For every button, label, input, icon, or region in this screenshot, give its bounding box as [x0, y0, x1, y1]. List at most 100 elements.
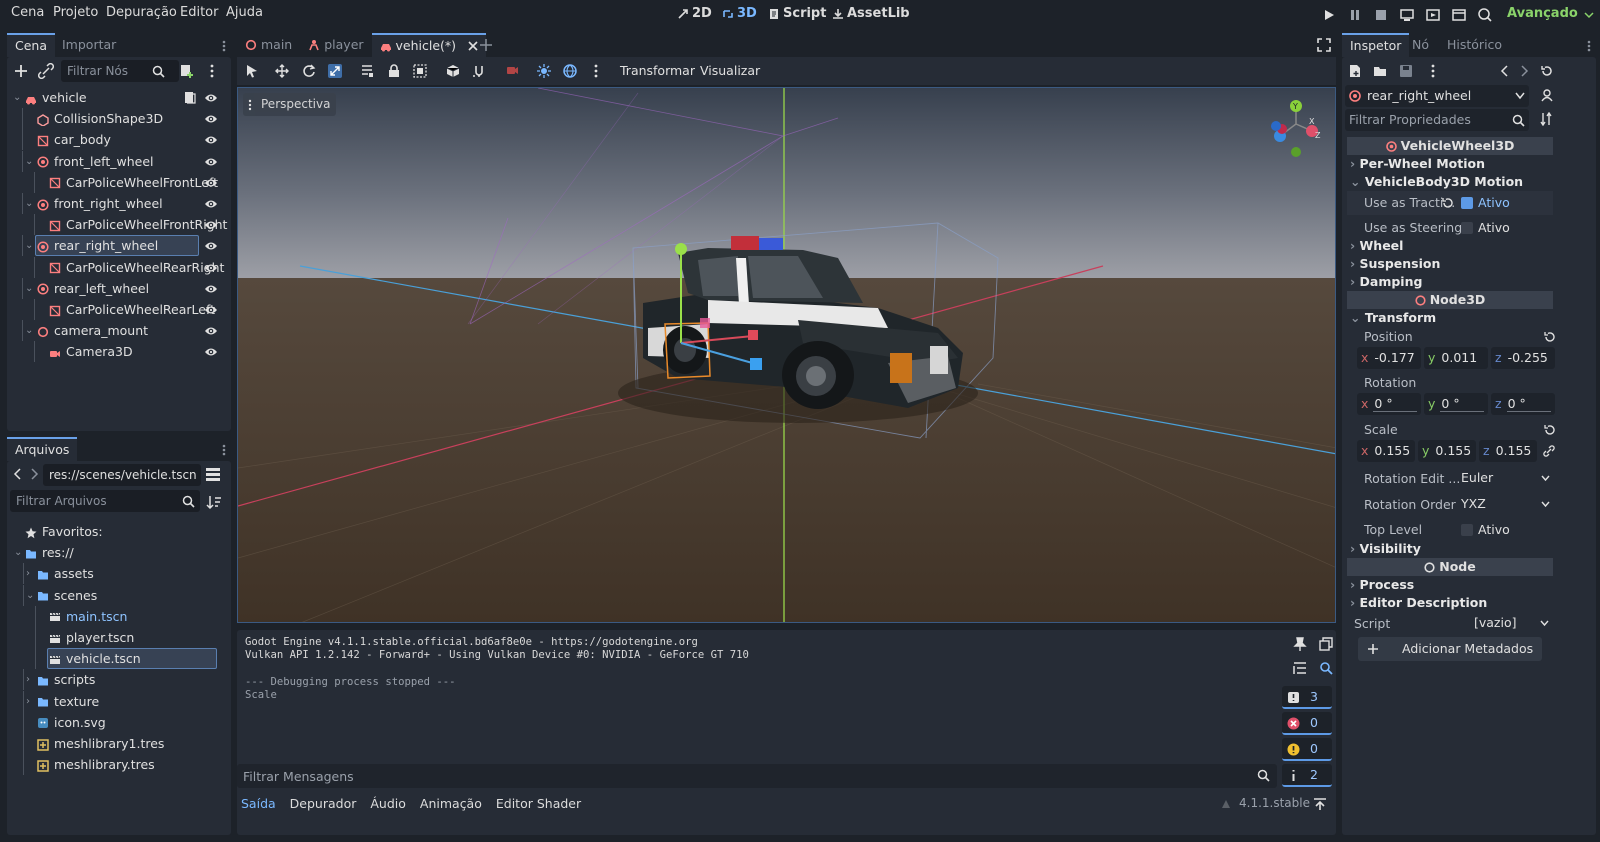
- scene-tree-item[interactable]: ⌄ vehicle: [7, 87, 231, 109]
- file-tree-item[interactable]: Favoritos:: [7, 521, 231, 543]
- pause-icon[interactable]: [1347, 7, 1363, 23]
- rotation-z-field[interactable]: z0 °: [1491, 393, 1555, 415]
- scale-y-field[interactable]: y 0.155: [1418, 440, 1476, 462]
- tab-importar[interactable]: Importar: [54, 33, 124, 57]
- add-metadata-button[interactable]: Adicionar Metadados: [1358, 637, 1542, 661]
- open-folder-icon[interactable]: [1373, 64, 1387, 78]
- filter-warnings-toggle[interactable]: 0: [1282, 738, 1332, 761]
- scene-tree-item[interactable]: ⌄ camera_mount: [7, 320, 231, 342]
- rotation-edit-dropdown[interactable]: Euler: [1457, 467, 1555, 489]
- file-tree-item[interactable]: main.tscn: [7, 605, 231, 628]
- play-icon[interactable]: [1321, 7, 1337, 23]
- workspace-script-button[interactable]: Script: [768, 6, 826, 21]
- group-icon[interactable]: [413, 64, 427, 78]
- visibility-eye-icon[interactable]: [204, 304, 218, 316]
- stop-icon[interactable]: [1373, 7, 1389, 23]
- expand-arrow-icon[interactable]: ⌄: [26, 585, 34, 606]
- scene-tree-item[interactable]: CarPoliceWheelFrontLeft: [7, 171, 231, 194]
- local-space-icon[interactable]: [446, 64, 460, 78]
- bottom-tab[interactable]: Áudio: [370, 796, 406, 811]
- section-transform[interactable]: ⌄ Transform: [1350, 309, 1436, 327]
- node-selector[interactable]: rear_right_wheel: [1345, 85, 1529, 107]
- distraction-free-icon[interactable]: [1317, 38, 1331, 52]
- position-x-field[interactable]: x -0.177: [1357, 347, 1421, 369]
- scale-mode-icon[interactable]: [328, 64, 342, 78]
- scene-tree-item[interactable]: car_body: [7, 129, 231, 151]
- version-label[interactable]: 4.1.1.stable: [1239, 796, 1310, 810]
- revert-icon[interactable]: [1543, 331, 1555, 343]
- bottom-tab[interactable]: Animação: [420, 796, 482, 811]
- path-field[interactable]: res://scenes/vehicle.tscn: [43, 464, 201, 486]
- select-mode-icon[interactable]: [245, 64, 259, 78]
- file-tree-item[interactable]: › texture: [7, 690, 231, 713]
- pin-icon[interactable]: [1293, 637, 1307, 651]
- visibility-eye-icon[interactable]: [204, 177, 218, 189]
- split-view-icon[interactable]: [205, 466, 221, 482]
- property-filter-input[interactable]: Filtrar Propriedades: [1345, 109, 1529, 131]
- link-icon[interactable]: [1543, 445, 1555, 457]
- more-options-icon[interactable]: [593, 64, 599, 78]
- file-tree-item[interactable]: › scripts: [7, 669, 231, 691]
- visibility-eye-icon[interactable]: [204, 198, 218, 210]
- chevron-down-icon[interactable]: [1584, 10, 1594, 20]
- scene-tree-item[interactable]: CarPoliceWheelRearLeft: [7, 299, 231, 321]
- menu-ajuda[interactable]: Ajuda: [226, 5, 263, 20]
- file-tree-item[interactable]: player.tscn: [7, 627, 231, 649]
- scale-z-field[interactable]: z 0.155: [1479, 440, 1537, 462]
- play-scene-icon[interactable]: [1425, 7, 1441, 23]
- visibility-eye-icon[interactable]: [204, 134, 218, 146]
- position-z-field[interactable]: z -0.255: [1491, 347, 1555, 369]
- visibility-eye-icon[interactable]: [204, 325, 218, 337]
- more-options-icon[interactable]: [209, 64, 215, 78]
- rotate-mode-icon[interactable]: [302, 64, 316, 78]
- forward-arrow-icon[interactable]: [1519, 65, 1529, 77]
- more-options-icon[interactable]: [1430, 64, 1436, 78]
- tab-no[interactable]: Nó: [1404, 33, 1437, 57]
- collapse-icon[interactable]: [1293, 661, 1307, 675]
- visibility-eye-icon[interactable]: [204, 262, 218, 274]
- attach-script-icon[interactable]: [179, 63, 195, 79]
- visibility-eye-icon[interactable]: [204, 113, 218, 125]
- traction-checkbox[interactable]: [1461, 197, 1473, 209]
- section-per-wheel-motion[interactable]: › Per-Wheel Motion: [1350, 155, 1485, 173]
- history-icon[interactable]: [1540, 64, 1554, 78]
- file-tree-item[interactable]: vehicle.tscn: [7, 648, 231, 670]
- section-wheel[interactable]: › Wheel: [1350, 237, 1403, 255]
- environment-toggle-icon[interactable]: [563, 64, 577, 78]
- section-visibility[interactable]: › Visibility: [1350, 540, 1421, 558]
- visibility-eye-icon[interactable]: [204, 92, 218, 104]
- expand-arrow-icon[interactable]: ›: [26, 563, 30, 584]
- section-damping[interactable]: › Damping: [1350, 273, 1422, 291]
- back-arrow-icon[interactable]: [1500, 65, 1510, 77]
- scene-tree-item[interactable]: ⌄ rear_right_wheel: [7, 235, 231, 257]
- expand-arrow-icon[interactable]: ›: [26, 669, 30, 690]
- tab-historico[interactable]: Histórico: [1439, 33, 1510, 57]
- back-arrow-icon[interactable]: [13, 468, 23, 480]
- add-node-icon[interactable]: [13, 63, 29, 79]
- lock-icon[interactable]: [387, 64, 401, 78]
- menu-cena[interactable]: Cena: [11, 5, 44, 20]
- scene-tree-item[interactable]: CollisionShape3D: [7, 108, 231, 130]
- copy-icon[interactable]: [1319, 637, 1333, 651]
- position-y-field[interactable]: y 0.011: [1424, 347, 1488, 369]
- filter-errors-toggle[interactable]: 0: [1282, 712, 1332, 735]
- visibility-eye-icon[interactable]: [204, 156, 218, 168]
- scene-tab-main[interactable]: main: [237, 33, 300, 57]
- sort-properties-icon[interactable]: [1540, 112, 1554, 126]
- section-suspension[interactable]: › Suspension: [1350, 255, 1440, 273]
- menu-projeto[interactable]: Projeto: [53, 5, 98, 20]
- top-level-checkbox[interactable]: [1461, 524, 1473, 536]
- scene-tree-item[interactable]: CarPoliceWheelRearRight: [7, 256, 231, 279]
- save-icon[interactable]: [1399, 64, 1413, 78]
- files-filter-input[interactable]: Filtrar Arquivos: [10, 490, 200, 512]
- expand-arrow-icon[interactable]: ⌄: [14, 542, 22, 563]
- expand-arrow-icon[interactable]: ⌄: [25, 193, 33, 214]
- bottom-tab[interactable]: Saída: [241, 796, 276, 811]
- file-tree-item[interactable]: ⌄ scenes: [7, 584, 231, 607]
- section-editor-description[interactable]: › Editor Description: [1350, 594, 1487, 612]
- scene-tree-item[interactable]: ⌄ front_right_wheel: [7, 193, 231, 215]
- workspace-assetlib-button[interactable]: AssetLib: [832, 6, 910, 21]
- file-tree-item[interactable]: meshlibrary1.tres: [7, 733, 231, 755]
- new-resource-icon[interactable]: [1348, 64, 1362, 78]
- scene-tree-item[interactable]: Camera3D: [7, 341, 231, 363]
